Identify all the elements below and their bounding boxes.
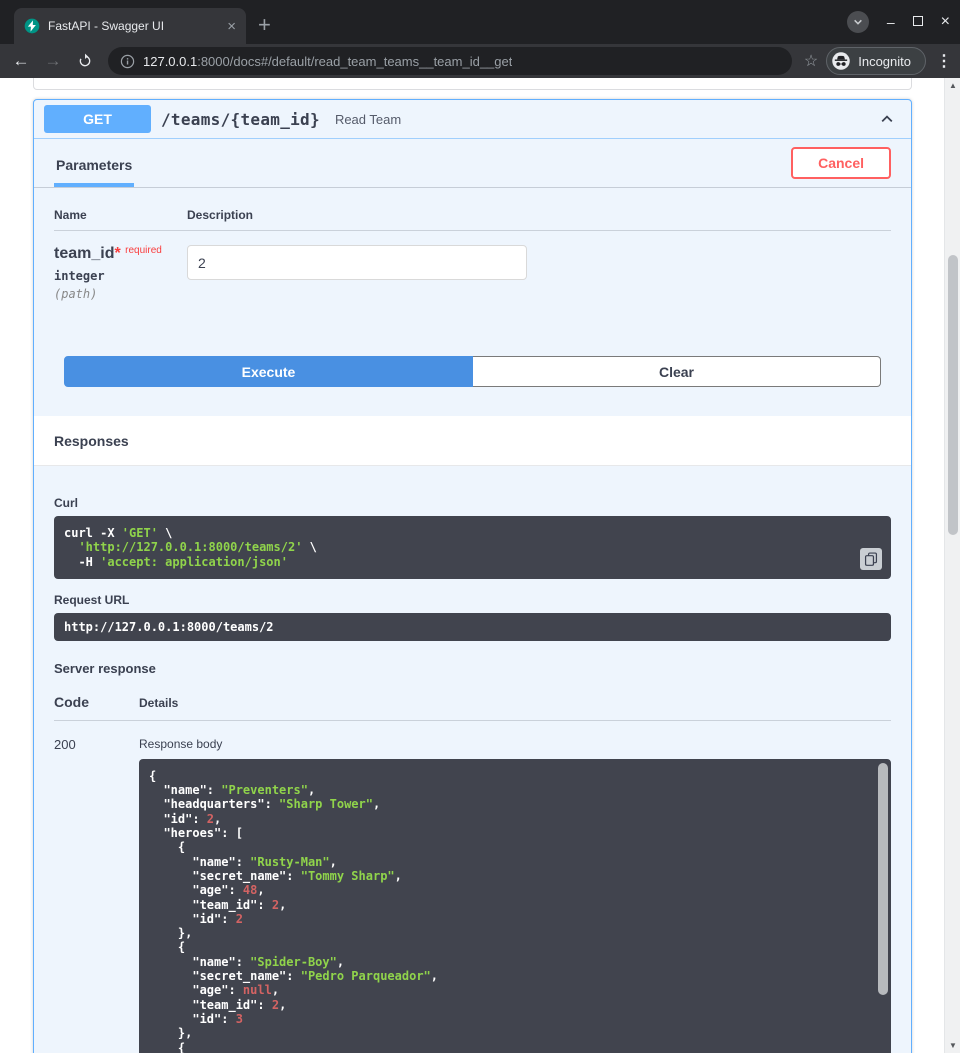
column-description: Description — [187, 208, 891, 222]
bookmark-star-icon[interactable]: ☆ — [804, 51, 818, 71]
operation-summary: Read Team — [335, 112, 401, 127]
tab-strip: FastAPI - Swagger UI × + – × — [0, 0, 960, 44]
required-star: * — [114, 245, 120, 262]
response-details-cell: Response body { "name": "Preventers", "h… — [139, 737, 891, 1053]
response-table-header: Code Details — [54, 694, 891, 721]
back-icon[interactable]: ← — [8, 48, 34, 74]
parameter-row: team_id* required integer (path) — [54, 231, 891, 301]
clear-button[interactable]: Clear — [473, 356, 881, 387]
execute-button[interactable]: Execute — [64, 356, 473, 387]
incognito-label: Incognito — [858, 54, 911, 69]
parameters-bar: Parameters Cancel — [34, 139, 911, 188]
previous-section-edge — [33, 78, 912, 90]
responses-content: Curl curl -X 'GET' \ 'http://127.0.0.1:8… — [34, 466, 911, 1053]
scrollbar-down-icon[interactable]: ▼ — [945, 1041, 960, 1050]
tab-parameters[interactable]: Parameters — [54, 141, 134, 187]
curl-wrap: curl -X 'GET' \ 'http://127.0.0.1:8000/t… — [54, 516, 891, 579]
curl-command-block: curl -X 'GET' \ 'http://127.0.0.1:8000/t… — [54, 516, 891, 579]
incognito-spy-icon — [831, 51, 851, 71]
tab-title: FastAPI - Swagger UI — [48, 19, 219, 33]
window-controls: – × — [847, 0, 950, 44]
browser-tab[interactable]: FastAPI - Swagger UI × — [14, 8, 246, 44]
copy-to-clipboard-icon[interactable] — [860, 548, 882, 570]
curl-label: Curl — [54, 496, 891, 510]
response-scrollbar-thumb[interactable] — [878, 763, 888, 995]
scrollbar-up-icon[interactable]: ▲ — [945, 81, 960, 90]
required-label: required — [125, 245, 162, 256]
browser-menu-icon[interactable]: ⋮ — [936, 51, 952, 71]
url-text[interactable]: 127.0.0.1:8000/docs#/default/read_team_t… — [143, 54, 512, 69]
swagger-page: GET /teams/{team_id} Read Team Parameter… — [0, 78, 960, 1053]
response-body-wrap: { "name": "Preventers", "headquarters": … — [139, 759, 891, 1053]
opblock-get-team: GET /teams/{team_id} Read Team Parameter… — [33, 99, 912, 1053]
operation-path: /teams/{team_id} — [161, 110, 320, 129]
maximize-icon[interactable] — [913, 13, 923, 31]
page-info-icon[interactable] — [120, 54, 135, 69]
response-body-block[interactable]: { "name": "Preventers", "headquarters": … — [139, 759, 891, 1053]
new-tab-icon[interactable]: + — [258, 14, 271, 36]
column-code: Code — [54, 694, 139, 710]
forward-icon[interactable]: → — [40, 48, 66, 74]
request-url-value: http://127.0.0.1:8000/teams/2 — [54, 613, 891, 641]
request-url-label: Request URL — [54, 593, 891, 607]
response-row: 200 Response body { "name": "Preventers"… — [54, 721, 891, 1053]
opblock-summary[interactable]: GET /teams/{team_id} Read Team — [34, 100, 911, 139]
status-code: 200 — [54, 737, 139, 1053]
server-response-label: Server response — [54, 661, 891, 676]
cancel-button[interactable]: Cancel — [791, 147, 891, 179]
tab-search-icon[interactable] — [847, 11, 869, 33]
parameters-table-header: Name Description — [54, 208, 891, 231]
tab-close-icon[interactable]: × — [227, 19, 236, 34]
collapse-chevron-icon[interactable] — [879, 111, 895, 127]
window-close-icon[interactable]: × — [941, 14, 950, 30]
parameter-value-cell — [187, 245, 891, 301]
fastapi-favicon-icon — [24, 18, 40, 34]
parameter-location: (path) — [54, 287, 187, 301]
http-method-badge: GET — [44, 105, 151, 133]
column-details: Details — [139, 696, 891, 710]
response-body-label: Response body — [139, 737, 891, 751]
incognito-badge: Incognito — [826, 47, 926, 75]
column-name: Name — [54, 208, 187, 222]
execute-row: Execute Clear — [64, 356, 881, 387]
page-scrollbar-thumb[interactable] — [948, 255, 958, 535]
team-id-input[interactable] — [187, 245, 527, 280]
parameter-type: integer — [54, 269, 187, 283]
page-content: GET /teams/{team_id} Read Team Parameter… — [0, 78, 944, 1053]
parameter-name: team_id* required — [54, 245, 187, 263]
address-bar[interactable]: 127.0.0.1:8000/docs#/default/read_team_t… — [108, 47, 792, 75]
responses-heading: Responses — [34, 416, 911, 466]
minimize-icon[interactable]: – — [887, 15, 895, 29]
parameter-meta: team_id* required integer (path) — [54, 245, 187, 301]
reload-icon[interactable] — [72, 48, 98, 74]
page-scrollbar[interactable]: ▲ ▼ — [944, 78, 960, 1053]
parameters-table: Name Description team_id* required integ… — [34, 188, 911, 301]
browser-window: FastAPI - Swagger UI × + – × ← → 127.0.0… — [0, 0, 960, 1053]
navigation-bar: ← → 127.0.0.1:8000/docs#/default/read_te… — [0, 44, 960, 78]
